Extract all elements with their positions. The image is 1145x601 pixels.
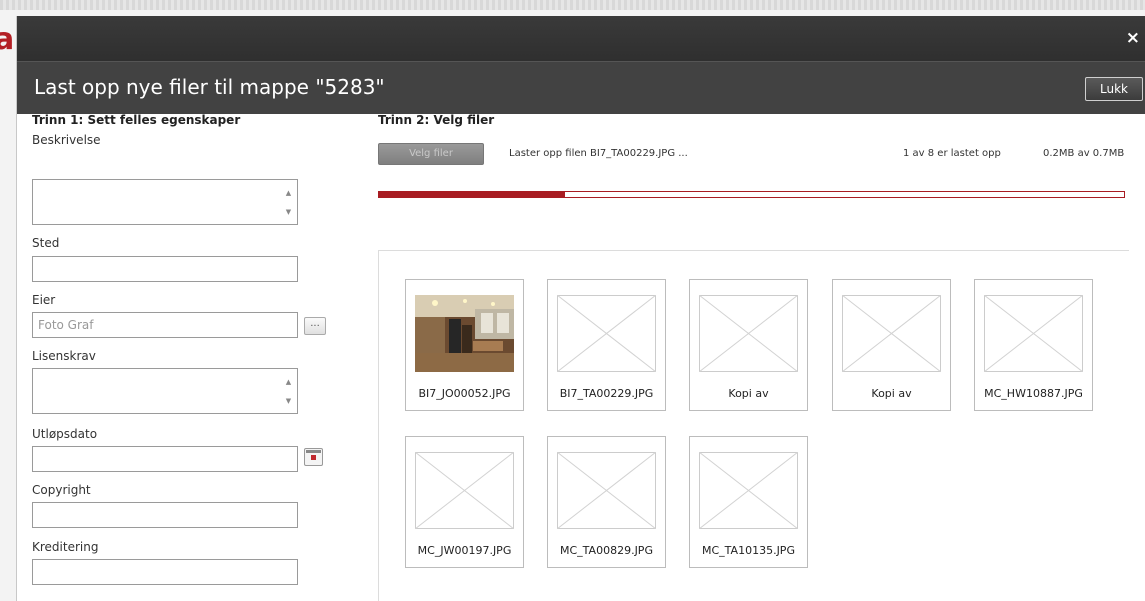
dialog-header: Last opp nye filer til mappe "5283" Lukk xyxy=(17,61,1145,114)
upload-count-text: 1 av 8 er lastet opp xyxy=(903,148,1001,159)
expiry-input[interactable] xyxy=(32,446,298,472)
file-name: Kopi av xyxy=(871,387,912,400)
file-thumbnail[interactable]: Kopi av xyxy=(689,279,808,411)
description-input[interactable]: ▲ ▼ xyxy=(32,179,298,225)
image-placeholder-icon xyxy=(984,295,1083,372)
step2-panel: Trinn 2: Velg filer Velg filer Laster op… xyxy=(378,113,1129,213)
image-placeholder-icon xyxy=(415,452,514,529)
close-button[interactable]: Lukk xyxy=(1085,77,1143,101)
image-placeholder-icon xyxy=(557,295,656,372)
dialog-title: Last opp nye filer til mappe "5283" xyxy=(34,75,385,99)
step1-panel: Trinn 1: Sett felles egenskaper Beskrive… xyxy=(32,113,332,593)
file-name: BI7_JO00052.JPG xyxy=(418,387,511,400)
copyright-label: Copyright xyxy=(32,483,91,497)
owner-input[interactable]: Foto Graf xyxy=(32,312,298,338)
place-label: Sted xyxy=(32,236,60,250)
file-thumbnail[interactable]: BI7_JO00052.JPG xyxy=(405,279,524,411)
upload-progress-fill xyxy=(379,192,566,197)
calendar-icon[interactable] xyxy=(304,448,323,466)
file-name: MC_TA10135.JPG xyxy=(702,544,795,557)
file-thumbnail[interactable]: Kopi av xyxy=(832,279,951,411)
file-thumbnail[interactable]: MC_TA00829.JPG xyxy=(547,436,666,568)
background-logo-fragment: a xyxy=(0,22,15,57)
scroll-down-icon[interactable]: ▼ xyxy=(284,397,293,406)
dialog-titlebar: × xyxy=(17,16,1145,61)
file-thumbnail[interactable]: MC_HW10887.JPG xyxy=(974,279,1093,411)
license-label: Lisenskrav xyxy=(32,349,96,363)
image-placeholder-icon xyxy=(699,295,798,372)
upload-status-text: Laster opp filen BI7_TA00229.JPG ... xyxy=(509,148,688,159)
step1-title: Trinn 1: Sett felles egenskaper xyxy=(32,113,241,127)
credit-input[interactable] xyxy=(32,559,298,585)
file-thumbnail[interactable]: MC_JW00197.JPG xyxy=(405,436,524,568)
file-name: MC_TA00829.JPG xyxy=(560,544,653,557)
file-thumbnail[interactable]: BI7_TA00229.JPG xyxy=(547,279,666,411)
file-thumbnail[interactable]: MC_TA10135.JPG xyxy=(689,436,808,568)
upload-progress-bar xyxy=(378,191,1125,198)
scroll-down-icon[interactable]: ▼ xyxy=(284,208,293,217)
file-preview-image xyxy=(415,295,514,372)
credit-label: Kreditering xyxy=(32,540,99,554)
file-name: Kopi av xyxy=(728,387,769,400)
license-input[interactable]: ▲ ▼ xyxy=(32,368,298,414)
step2-title: Trinn 2: Velg filer xyxy=(378,113,495,127)
image-placeholder-icon xyxy=(699,452,798,529)
upload-size-text: 0.2MB av 0.7MB xyxy=(1043,148,1125,159)
scroll-up-icon[interactable]: ▲ xyxy=(284,189,293,198)
description-label: Beskrivelse xyxy=(32,133,101,147)
close-icon[interactable]: × xyxy=(1126,28,1140,48)
expiry-label: Utløpsdato xyxy=(32,427,98,441)
select-files-button[interactable]: Velg filer xyxy=(378,143,484,165)
file-name: MC_JW00197.JPG xyxy=(417,544,512,557)
file-gallery: BI7_JO00052.JPG BI7_TA00229.JPG Kopi av Kop… xyxy=(378,250,1129,601)
image-placeholder-icon xyxy=(842,295,941,372)
owner-browse-button[interactable]: ... xyxy=(304,317,326,335)
file-name: MC_HW10887.JPG xyxy=(984,387,1083,400)
background-strip xyxy=(0,0,1145,10)
scroll-up-icon[interactable]: ▲ xyxy=(284,378,293,387)
file-name: BI7_TA00229.JPG xyxy=(559,387,654,400)
copyright-input[interactable] xyxy=(32,502,298,528)
owner-label: Eier xyxy=(32,293,56,307)
place-input[interactable] xyxy=(32,256,298,282)
image-placeholder-icon xyxy=(557,452,656,529)
